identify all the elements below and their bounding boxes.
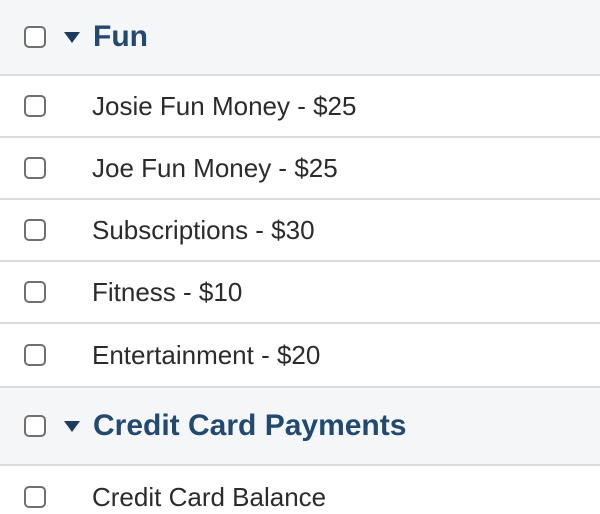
list-item[interactable]: Fitness - $10 [0,262,600,324]
item-checkbox[interactable] [24,157,46,179]
item-checkbox[interactable] [24,486,46,508]
item-label: Credit Card Balance [92,481,327,512]
list-item[interactable]: Joe Fun Money - $25 [0,138,600,200]
item-label: Josie Fun Money - $25 [92,90,357,121]
caret-down-icon[interactable] [64,31,80,43]
group-header-credit-card-payments[interactable]: Credit Card Payments [0,386,600,466]
item-label: Entertainment - $20 [92,339,321,370]
budget-category-list: Fun Josie Fun Money - $25 Joe Fun Money … [0,0,600,514]
group-checkbox-fun[interactable] [24,26,46,48]
item-label: Subscriptions - $30 [92,214,315,245]
group-header-fun[interactable]: Fun [0,0,600,76]
caret-down-icon[interactable] [64,420,80,432]
list-item[interactable]: Josie Fun Money - $25 [0,76,600,138]
item-checkbox[interactable] [24,95,46,117]
list-item[interactable]: Entertainment - $20 [0,324,600,386]
item-checkbox[interactable] [24,219,46,241]
item-label: Fitness - $10 [92,276,243,307]
item-label: Joe Fun Money - $25 [92,152,338,183]
group-title: Credit Card Payments [93,409,407,442]
group-checkbox-credit-card-payments[interactable] [24,415,46,437]
item-checkbox[interactable] [24,281,46,303]
list-item[interactable]: Subscriptions - $30 [0,200,600,262]
item-checkbox[interactable] [24,344,46,366]
list-item[interactable]: Credit Card Balance [0,466,600,514]
group-title: Fun [93,20,148,53]
